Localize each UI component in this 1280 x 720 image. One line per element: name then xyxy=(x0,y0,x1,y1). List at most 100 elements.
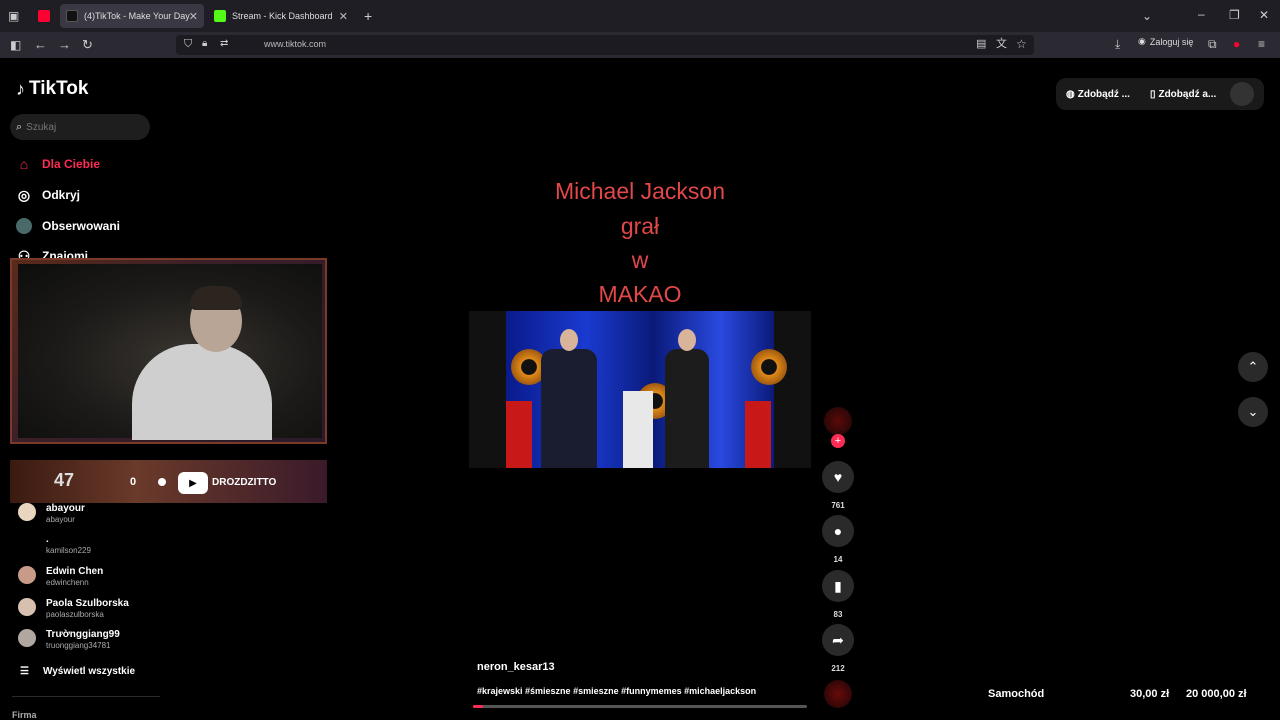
restore-icon[interactable]: ❐ xyxy=(1229,9,1240,21)
following-item[interactable]: Trườnggiang99 truonggiang34781 xyxy=(18,629,120,650)
show-all-button[interactable]: ☰ Wyświetl wszystkie xyxy=(20,666,135,677)
like-action[interactable]: ♥ 761 xyxy=(822,461,854,510)
following-handle: abayour xyxy=(46,515,75,524)
guest-suit xyxy=(665,349,709,468)
comment-icon[interactable]: ● xyxy=(822,515,854,547)
video-caption-line: w xyxy=(631,247,649,273)
nav-following-label: Obserwowani xyxy=(42,219,121,233)
tab-tiktok-label: (4)TikTok - Make Your Day xyxy=(84,11,190,21)
youtube-extension-icon[interactable]: ● xyxy=(1233,38,1240,50)
tab-kick[interactable]: Stream - Kick Dashboard ✕ xyxy=(208,4,354,28)
following-item[interactable]: Paola Szulborska paolaszulborska xyxy=(18,598,129,619)
nav-following[interactable]: Obserwowani xyxy=(16,218,120,234)
chevron-down-icon[interactable]: ⌄ xyxy=(1142,10,1152,22)
avatar xyxy=(18,629,36,647)
guest-figure xyxy=(665,329,709,468)
close-window-icon[interactable]: ✕ xyxy=(1259,9,1269,21)
search-input[interactable] xyxy=(26,121,137,133)
get-app-button[interactable]: ▯ Zdobądź a... xyxy=(1150,89,1216,100)
previous-video-button[interactable]: ⌃ xyxy=(1238,352,1268,382)
video-caption-line: grał xyxy=(620,213,660,239)
tab-overview-icon[interactable]: ▣ xyxy=(8,10,19,22)
plus-icon[interactable]: + xyxy=(364,9,372,23)
webcam-feed xyxy=(18,264,322,440)
logo-text: TikTok xyxy=(29,78,89,99)
close-tab-icon[interactable]: ✕ xyxy=(189,10,198,23)
phone-icon: ▯ xyxy=(1149,88,1156,100)
forward-icon[interactable]: → xyxy=(58,38,71,51)
video-hashtags[interactable]: #krajewski #śmieszne #smieszne #funnymem… xyxy=(477,686,756,696)
streamer-hair xyxy=(190,286,242,310)
author-avatar[interactable] xyxy=(824,407,852,435)
following-item[interactable]: . kamilson229 xyxy=(18,534,91,555)
show-all-label: Wyświetl wszystkie xyxy=(42,666,136,677)
following-name: Paola Szulborska xyxy=(46,598,129,609)
login-button[interactable]: ◉ Zaloguj się xyxy=(1138,36,1193,47)
like-count: 761 xyxy=(831,501,845,510)
home-icon: ⌂ xyxy=(19,156,29,172)
following-handle: edwinchenn xyxy=(46,578,89,587)
youtube-logo-icon: ▶ xyxy=(178,472,208,494)
next-video-button[interactable]: ⌄ xyxy=(1238,397,1268,427)
share-action[interactable]: ➦ 212 xyxy=(822,624,854,673)
streamer-body xyxy=(132,344,272,440)
search-box[interactable]: ⌕ xyxy=(10,114,150,140)
donation-goal: 20 000,00 zł xyxy=(1186,688,1247,700)
following-name: Trườnggiang99 xyxy=(46,629,120,640)
following-item[interactable]: abayour abayour xyxy=(18,503,85,524)
host-figure xyxy=(541,329,597,468)
share-icon[interactable]: ➦ xyxy=(822,624,854,656)
stage-panel xyxy=(745,401,771,468)
close-tab-icon[interactable]: ✕ xyxy=(339,10,348,23)
permissions-icon[interactable]: ⇄ xyxy=(220,39,228,49)
search-icon: ⌕ xyxy=(16,120,23,133)
back-icon[interactable]: ← xyxy=(34,38,47,51)
chevron-up-icon: ⌃ xyxy=(1247,359,1259,374)
tab-tiktok[interactable]: (4)TikTok - Make Your Day ✕ xyxy=(60,4,204,28)
minimize-icon[interactable]: – xyxy=(1198,8,1205,20)
following-name: Edwin Chen xyxy=(46,566,104,577)
tab-youtube[interactable] xyxy=(32,4,56,28)
comment-action[interactable]: ● 14 xyxy=(822,515,854,564)
follow-plus-icon[interactable]: + xyxy=(831,434,845,448)
music-disc-icon[interactable] xyxy=(824,680,852,708)
heart-icon[interactable]: ♥ xyxy=(822,461,854,493)
video-progress-fill xyxy=(473,705,484,708)
footer-company[interactable]: Firma xyxy=(12,710,37,720)
user-avatar[interactable] xyxy=(1230,82,1254,106)
stage-panel xyxy=(506,401,532,468)
bookmark-icon[interactable]: ▮ xyxy=(822,570,854,602)
download-icon[interactable]: ⤓ xyxy=(1115,38,1120,50)
stream-banner: 47 0 ▶ DROZDZITTO xyxy=(10,460,327,503)
reader-view-icon[interactable]: ▤ xyxy=(976,39,986,50)
nav-explore[interactable]: ◎ Odkryj xyxy=(16,187,80,203)
coin-icon: ◍ xyxy=(1066,88,1075,100)
sidebar-toggle-icon[interactable]: ◧ xyxy=(10,39,21,51)
get-coins-label: Zdobądź ... xyxy=(1077,88,1130,100)
video-author[interactable]: neron_kesar13 xyxy=(477,661,555,673)
video-player[interactable] xyxy=(469,311,811,468)
lock-icon[interactable]: 🔒︎ xyxy=(202,39,207,49)
translate-icon[interactable]: 文 xyxy=(996,39,1007,50)
save-action[interactable]: ▮ 83 xyxy=(822,570,854,619)
share-count: 212 xyxy=(831,664,845,673)
save-count: 83 xyxy=(833,610,843,619)
extensions-icon[interactable]: ⧉ xyxy=(1208,38,1217,50)
get-coins-button[interactable]: ◍ Zdobądź ... xyxy=(1066,89,1130,100)
reload-icon[interactable]: ↻ xyxy=(82,38,93,51)
account-icon: ◉ xyxy=(1138,36,1146,46)
video-caption-line: MAKAO xyxy=(598,281,682,307)
bookmark-star-icon[interactable]: ☆ xyxy=(1016,38,1027,50)
following-name: . xyxy=(46,534,49,545)
following-item[interactable]: Edwin Chen edwinchenn xyxy=(18,566,103,587)
video-progress-bar[interactable] xyxy=(473,705,807,708)
menu-icon[interactable]: ≡ xyxy=(1258,38,1265,50)
shield-icon[interactable]: ⛉ xyxy=(184,39,192,50)
nav-for-you[interactable]: ⌂ Dla Ciebie xyxy=(16,156,100,172)
kick-favicon-icon xyxy=(214,10,226,22)
url-field[interactable]: ⛉ 🔒︎ ⇄ www.tiktok.com ▤ 文 ☆ xyxy=(176,35,1034,55)
guest-head xyxy=(678,329,696,351)
tiktok-logo[interactable]: ♪ TikTok xyxy=(16,78,88,100)
get-app-label: Zdobądź a... xyxy=(1158,88,1217,100)
avatar xyxy=(18,534,36,552)
